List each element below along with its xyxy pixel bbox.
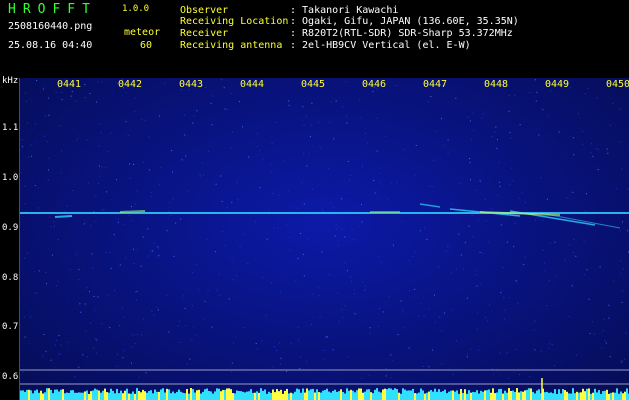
x-axis-label: 0449 xyxy=(545,79,570,90)
file-name: 2508160440.png xyxy=(8,21,93,32)
x-axis-label: 0445 xyxy=(301,79,326,90)
y-axis-line xyxy=(19,78,20,400)
y-axis-unit: kHz xyxy=(2,76,19,86)
noise-layer xyxy=(20,78,629,379)
y-axis-label: 0.8 xyxy=(2,273,19,283)
location-label: Receiving Location xyxy=(180,16,289,27)
echo-trace xyxy=(54,215,73,218)
x-axis-label: 0444 xyxy=(240,79,265,90)
x-axis-label: 0441 xyxy=(57,79,82,90)
x-axis-label: 0446 xyxy=(362,79,387,90)
antenna-value: : 2el-HB9CV Vertical (el. E-W) xyxy=(290,40,471,51)
echo-trace xyxy=(119,210,146,213)
date-time: 25.08.16 04:40 xyxy=(8,40,93,51)
x-axis-label: 0442 xyxy=(118,79,143,90)
location-value: : Ogaki, Gifu, JAPAN (136.60E, 35.35N) xyxy=(290,16,519,27)
meteor-count: 60 xyxy=(140,40,153,51)
x-axis-label: 0448 xyxy=(484,79,509,90)
x-axis-label: 0443 xyxy=(179,79,204,90)
observer-value: : Takanori Kawachi xyxy=(290,5,399,16)
app-version: 1.0.0 xyxy=(122,4,150,14)
level-bars xyxy=(20,388,629,400)
x-axis-label: 0447 xyxy=(423,79,448,90)
y-axis-label: 1.1 xyxy=(2,123,19,133)
x-axis-label: 0450 xyxy=(606,79,629,90)
y-axis-label: 0.6 xyxy=(2,372,19,382)
header-panel: HROFFT 1.0.0 2508160440.png 25.08.16 04:… xyxy=(0,0,629,74)
spectrogram xyxy=(20,78,629,400)
y-axis-label: 0.9 xyxy=(2,223,19,233)
receiver-label: Receiver xyxy=(180,28,229,39)
y-axis-label: 1.0 xyxy=(2,173,19,183)
spectrogram-canvas xyxy=(20,78,629,400)
antenna-label: Receiving antenna xyxy=(180,40,283,51)
receiver-value: : R820T2(RTL-SDR) SDR-Sharp 53.372MHz xyxy=(290,28,513,39)
meteor-label: meteor xyxy=(124,27,161,38)
echo-trace xyxy=(419,203,441,208)
app-name: HROFFT xyxy=(8,2,97,17)
observer-label: Observer xyxy=(180,5,229,16)
y-axis-label: 0.7 xyxy=(2,322,19,332)
